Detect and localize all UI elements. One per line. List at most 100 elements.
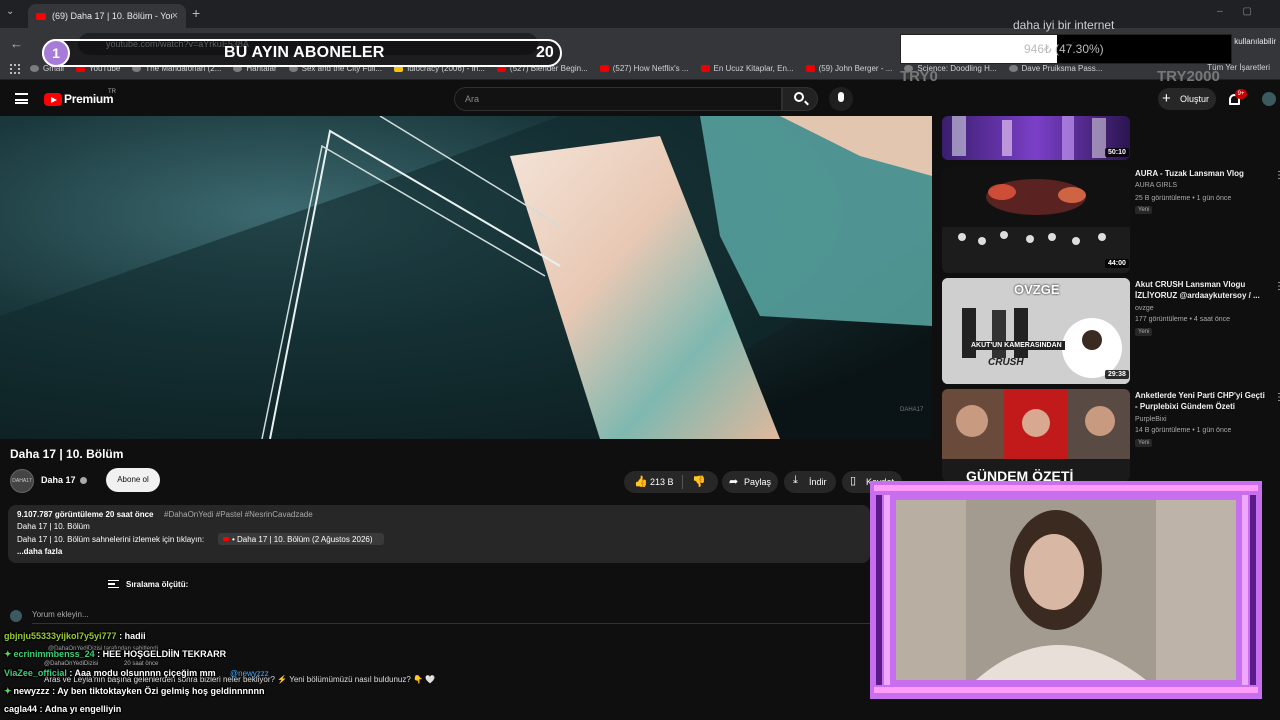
recommendation-title[interactable]: Akut CRUSH Lansman Vlogu İZLİYORUZ @arda…	[1135, 279, 1269, 301]
tab-title: (69) Daha 17 | 10. Bölüm - YouTube	[52, 11, 172, 21]
goal-index-badge: 1	[42, 39, 70, 67]
video-duration: 29:38	[1105, 370, 1129, 379]
bookmark-favicon-icon	[30, 65, 39, 72]
profile-status[interactable]: kullanılabilir	[1234, 37, 1276, 46]
more-options-icon[interactable]: ⋮	[1274, 392, 1280, 403]
sparkle-icon: ✦	[4, 649, 12, 659]
chat-message: gbjnju55333yijkol7y5yi777 : hadii	[4, 631, 146, 641]
bookmark-favicon-icon	[805, 65, 815, 72]
comment-time: 20 saat önce	[124, 661, 159, 667]
chat-username: ViaZee_official	[4, 668, 67, 678]
donation-max-label: TRY2000	[1157, 68, 1220, 85]
more-options-icon[interactable]: ⋮	[1274, 170, 1280, 181]
stage-thumbnail-art	[942, 167, 1130, 273]
new-badge: Yeni	[1135, 206, 1153, 214]
like-thumb-icon[interactable]: 👍	[634, 475, 648, 488]
new-tab-icon[interactable]: +	[192, 5, 200, 21]
video-duration: 50:10	[1105, 148, 1129, 157]
verified-icon	[80, 477, 87, 484]
chat-text: : Adna yı engelliyin	[39, 704, 122, 714]
bookmark-favicon-icon	[599, 65, 609, 72]
sparkle-icon: ✦	[4, 686, 12, 696]
video-duration: 44:00	[1105, 259, 1129, 268]
video-title: Daha 17 | 10. Bölüm	[10, 447, 124, 461]
recommendation-channel[interactable]: PurpleBixi	[1135, 416, 1167, 423]
comment-author[interactable]: @DahaOnYediDizisi	[44, 661, 98, 667]
donation-progress-text: 946₺ (47.30%)	[1024, 42, 1104, 56]
account-avatar[interactable]	[1262, 92, 1276, 106]
chat-text: : Aaa modu olsunnnn çiçeğim mm	[69, 668, 216, 678]
chat-message: ✦ ecrinimmbenss_24 : HEE HOŞGELDİİN TEKRA…	[4, 649, 226, 660]
channel-avatar[interactable]: DAHA17	[10, 469, 34, 493]
bookmark-favicon-icon	[700, 65, 710, 72]
bookmark-item[interactable]: (59) John Berger - ...	[805, 64, 892, 73]
webcam-feed	[896, 500, 1236, 680]
description-link[interactable]: • Daha 17 | 10. Bölüm (2 Ağustos 2026)	[232, 535, 373, 544]
hamburger-menu-icon[interactable]	[15, 93, 28, 104]
goal-count: 20	[536, 44, 554, 61]
description-line-2: Daha 17 | 10. Bölüm sahnelerini izlemek …	[17, 535, 205, 544]
apps-grid-icon[interactable]	[10, 63, 20, 74]
window-controls[interactable]: –▢	[1217, 6, 1272, 17]
back-arrow-icon[interactable]: ←	[10, 36, 23, 51]
chat-username: newyzzz	[13, 686, 50, 696]
region-label: TR	[108, 89, 116, 95]
bookmark-favicon-icon	[1008, 65, 1018, 72]
recommendation-thumbnail[interactable]	[942, 167, 1130, 273]
channel-name[interactable]: Daha 17	[41, 475, 76, 485]
bookmark-label: Dave Pruiksma Pass...	[1021, 64, 1103, 73]
bookmark-label: En Ucuz Kitaplar, En...	[713, 64, 794, 73]
download-icon: ⤓	[793, 474, 798, 486]
download-button[interactable]: İndir	[784, 471, 836, 493]
add-comment-input[interactable]: Yorum ekleyin...	[32, 610, 870, 624]
chat-message: ViaZee_official : Aaa modu olsunnnn çiçe…	[4, 668, 216, 678]
notification-count-badge: 9+	[1235, 89, 1247, 99]
bookmark-item[interactable]: En Ucuz Kitaplar, En...	[700, 64, 794, 73]
more-options-icon[interactable]: ⋮	[1274, 281, 1280, 292]
dislike-thumb-icon[interactable]: 👎	[692, 475, 706, 488]
video-player[interactable]	[0, 116, 932, 439]
recommendation-title[interactable]: Anketlerde Yeni Parti CHP'yi Geçti - Pur…	[1135, 390, 1269, 412]
new-badge: Yeni	[1135, 328, 1153, 336]
subscribe-button[interactable]: Abone ol	[106, 468, 160, 492]
youtube-favicon-icon	[36, 12, 46, 20]
thumbnail-caption: AKUT'UN KAMERASINDAN	[968, 341, 1065, 350]
bookmark-item[interactable]: Dave Pruiksma Pass...	[1008, 64, 1103, 73]
youtube-logo-icon[interactable]	[44, 93, 62, 106]
microphone-icon	[838, 92, 844, 102]
recommendation-title[interactable]: AURA - Tuzak Lansman Vlog	[1135, 168, 1269, 179]
like-divider	[682, 475, 683, 489]
chat-message: ✦ newyzzz : Ay ben tiktoktayken Özi gelmi…	[4, 686, 264, 697]
chat-message: cagla44 : Adna yı engelliyin	[4, 704, 121, 714]
hashtags[interactable]: #DahaOnYedi #Pastel #NesrinCavadzade	[164, 510, 313, 519]
sort-by-button[interactable]: Sıralama ölçütü:	[126, 580, 188, 589]
recommendation-meta: 14 B görüntüleme • 1 gün önce	[1135, 427, 1232, 434]
recommendation-channel[interactable]: ovzge	[1135, 305, 1154, 312]
tab-close-icon[interactable]: ×	[172, 10, 178, 22]
description-line-1: Daha 17 | 10. Bölüm	[17, 522, 90, 531]
goal-label: BU AYIN ABONELER	[224, 44, 385, 61]
show-more-link[interactable]: ...daha fazla	[17, 547, 62, 556]
recommendation-meta: 25 B görüntüleme • 1 gün önce	[1135, 195, 1232, 202]
youtube-premium-label[interactable]: Premium	[64, 92, 114, 106]
browser-tab-active[interactable]: (69) Daha 17 | 10. Bölüm - YouTube ×	[28, 4, 186, 28]
chat-text: : hadii	[119, 631, 146, 641]
bookmark-icon: ▯	[850, 475, 857, 487]
search-input[interactable]: Ara	[454, 87, 782, 111]
plus-icon: +	[1162, 90, 1171, 107]
donation-min-label: TRY0	[900, 68, 938, 85]
webcam-person	[896, 500, 1236, 680]
sort-icon[interactable]	[108, 580, 119, 588]
recommendation-meta: 177 görüntüleme • 4 saat önce	[1135, 316, 1231, 323]
chat-text: : Ay ben tiktoktayken Özi gelmiş hoş gel…	[52, 686, 265, 696]
chat-username: ecrinimmbenss_24	[13, 649, 95, 659]
tab-search-dropdown-icon[interactable]: ⌄	[6, 6, 22, 22]
recommendation-channel[interactable]: AURA GIRLS	[1135, 182, 1177, 189]
chat-username: gbjnju55333yijkol7y5yi777	[4, 631, 117, 641]
recommendation-thumbnail[interactable]	[942, 116, 1130, 160]
chat-text: : HEE HOŞGELDİİN TEKRARR	[97, 649, 227, 659]
concert-thumbnail-art	[952, 116, 1106, 160]
bookmark-item[interactable]: (527) How Netflix's ...	[599, 64, 689, 73]
like-count[interactable]: 213 B	[650, 477, 674, 487]
comment-mention[interactable]: @newyzzz	[230, 669, 269, 678]
